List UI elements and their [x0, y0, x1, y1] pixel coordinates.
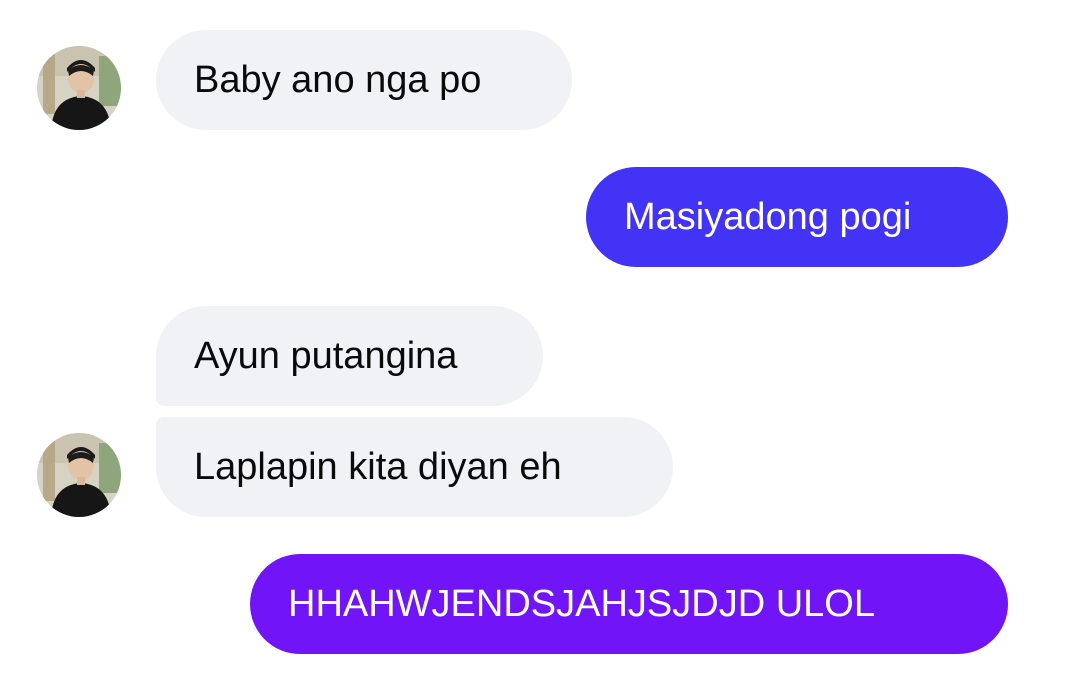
message-text: Ayun putangina [194, 335, 458, 377]
message-bubble-incoming[interactable]: Laplapin kita diyan eh [156, 417, 673, 517]
profile-photo-icon [37, 433, 121, 517]
message-text: Baby ano nga po [194, 59, 482, 101]
message-bubble-outgoing[interactable]: HHAHWJENDSJAHJSJDJD ULOL [250, 554, 1008, 654]
message-text: Laplapin kita diyan eh [194, 446, 562, 488]
profile-photo-icon [37, 46, 121, 130]
chat-thread: Baby ano nga po Masiyadong pogi Ayun put… [0, 0, 1080, 686]
contact-avatar[interactable] [37, 433, 121, 517]
message-text: HHAHWJENDSJAHJSJDJD ULOL [288, 583, 875, 625]
message-bubble-incoming[interactable]: Baby ano nga po [156, 30, 572, 130]
message-bubble-incoming[interactable]: Ayun putangina [156, 306, 543, 406]
message-text: Masiyadong pogi [624, 196, 912, 238]
message-bubble-outgoing[interactable]: Masiyadong pogi [586, 167, 1008, 267]
contact-avatar[interactable] [37, 46, 121, 130]
